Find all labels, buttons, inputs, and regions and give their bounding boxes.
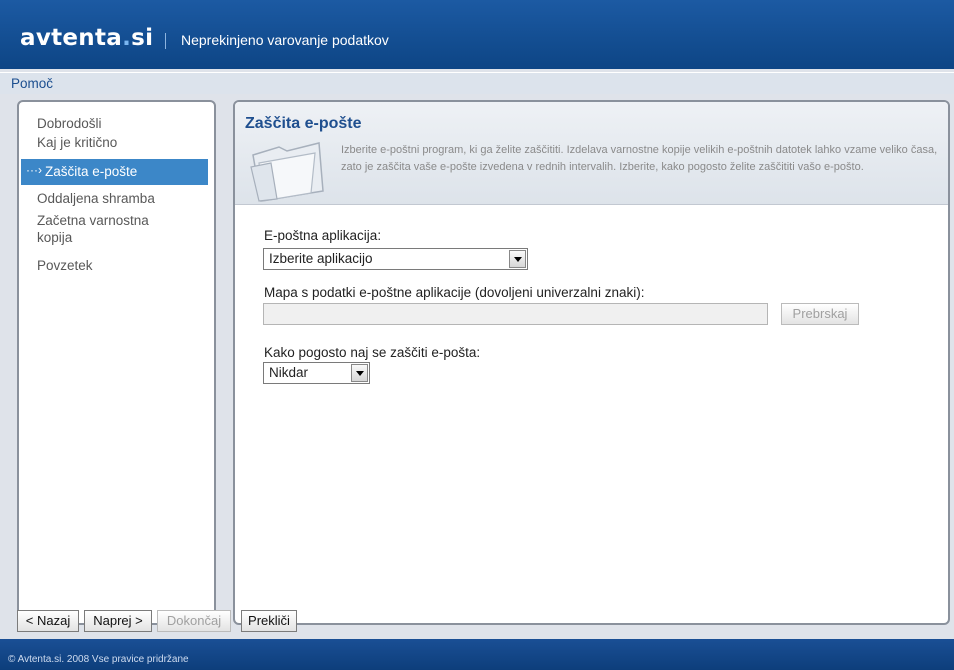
browse-button[interactable]: Prebrskaj: [781, 303, 859, 325]
sidebar-item-initial-backup-cont[interactable]: kopija: [37, 229, 72, 246]
frequency-label: Kako pogosto naj se zaščiti e-pošta:: [264, 345, 481, 360]
chevron-down-icon[interactable]: [509, 250, 526, 268]
sidebar-item-summary[interactable]: Povzetek: [37, 257, 93, 274]
sidebar-item-welcome[interactable]: Dobrodošli: [37, 115, 102, 132]
footer: © Avtenta.si. 2008 Vse pravice pridržane: [0, 639, 954, 670]
email-app-selected-value: Izberite aplikacijo: [269, 251, 373, 266]
email-app-select[interactable]: Izberite aplikacijo: [263, 248, 528, 270]
back-button[interactable]: < Nazaj: [17, 610, 79, 632]
folder-path-label: Mapa s podatki e-poštne aplikacije (dovo…: [264, 285, 645, 300]
main-panel: Zaščita e-pošte Izberite e-poštni progra…: [233, 100, 950, 625]
frequency-selected-value: Nikdar: [269, 365, 309, 380]
help-link[interactable]: Pomoč: [11, 76, 53, 91]
sidebar-item-email-protection[interactable]: ···› Zaščita e-pošte: [21, 159, 208, 185]
cancel-button[interactable]: Prekliči: [241, 610, 297, 632]
step-header: Zaščita e-pošte Izberite e-poštni progra…: [235, 102, 948, 205]
chevron-down-icon[interactable]: [351, 364, 368, 382]
header-divider: [165, 33, 166, 49]
finish-button[interactable]: Dokončaj: [157, 610, 231, 632]
email-app-label: E-poštna aplikacija:: [264, 228, 382, 243]
folder-icon: [250, 142, 324, 202]
sidebar-item-initial-backup[interactable]: Začetna varnostna: [37, 212, 149, 229]
top-banner: avtenta.si Neprekinjeno varovanje podatk…: [0, 0, 954, 69]
folder-path-input[interactable]: [263, 303, 768, 325]
help-bar: Pomoč: [0, 72, 954, 94]
sidebar-item-label: Zaščita e-pošte: [45, 164, 138, 179]
tagline: Neprekinjeno varovanje podatkov: [181, 32, 389, 48]
step-description: Izberite e-poštni program, ki ga želite …: [341, 144, 938, 173]
sidebar-item-remote-storage[interactable]: Oddaljena shramba: [37, 190, 155, 207]
sidebar-item-critical[interactable]: Kaj je kritično: [37, 134, 117, 151]
copyright-text: © Avtenta.si. 2008 Vse pravice pridržane: [8, 654, 189, 665]
page-title: Zaščita e-pošte: [245, 115, 362, 132]
frequency-select[interactable]: Nikdar: [263, 362, 370, 384]
next-button[interactable]: Naprej >: [84, 610, 152, 632]
logo: avtenta.si: [20, 25, 154, 51]
wizard-steps-sidebar: Dobrodošli Kaj je kritično ···› Zaščita …: [17, 100, 216, 625]
current-step-arrow-icon: ···›: [26, 163, 42, 177]
